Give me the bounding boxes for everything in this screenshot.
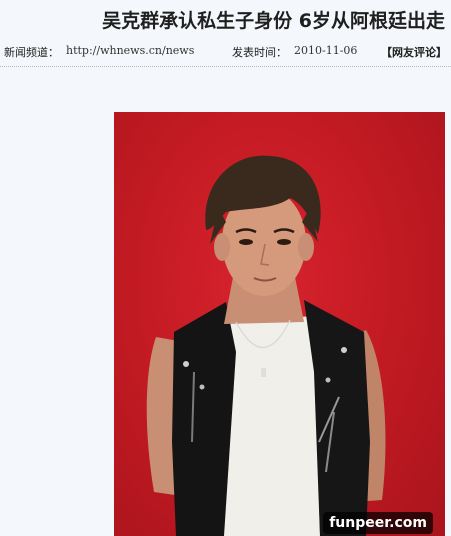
portrait-illustration bbox=[146, 155, 386, 536]
publish-date: 2010-11-06 bbox=[294, 44, 358, 57]
article-meta: 新闻频道： http://whnews.cn/news 发表时间： 2010-1… bbox=[4, 44, 447, 62]
article-headline: 吴克群承认私生子身份 6岁从阿根廷出走 bbox=[102, 10, 445, 32]
article-page: 吴克群承认私生子身份 6岁从阿根廷出走 新闻频道： http://whnews.… bbox=[0, 0, 451, 536]
watermark-label: funpeer.com bbox=[323, 512, 433, 534]
channel-link[interactable]: http://whnews.cn/news bbox=[66, 44, 194, 57]
publish-time-label: 发表时间： bbox=[232, 46, 287, 59]
article-photo: funpeer.com bbox=[114, 112, 445, 536]
header-divider bbox=[0, 66, 451, 67]
comments-link[interactable]: 【网友评论】 bbox=[381, 44, 447, 60]
channel-label: 新闻频道： bbox=[4, 46, 59, 59]
